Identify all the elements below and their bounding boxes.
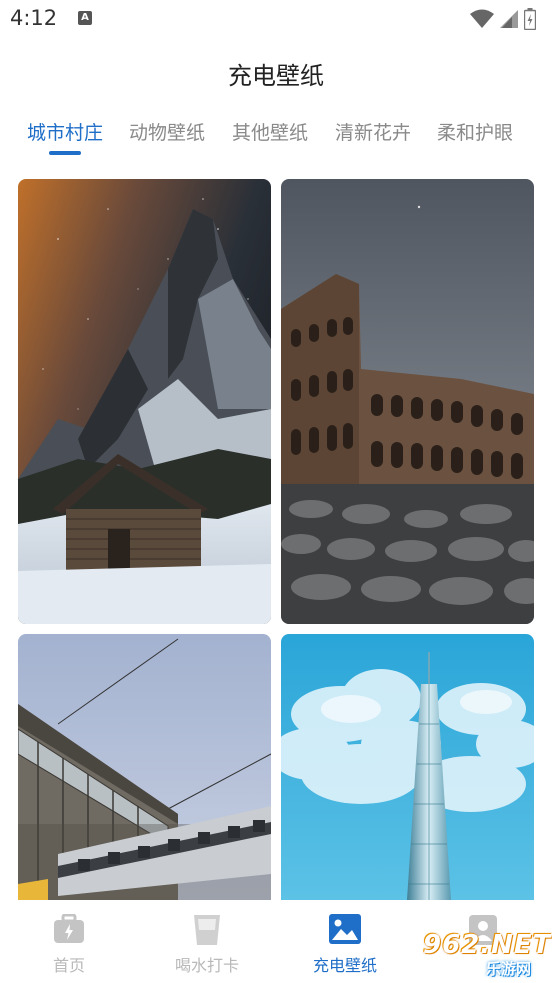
- status-icons: [470, 8, 536, 30]
- category-tabs: 城市村庄 动物壁纸 其他壁纸 清新花卉 柔和护眼: [0, 118, 552, 160]
- nav-wallpaper[interactable]: 充电壁纸: [276, 900, 414, 983]
- tab-active-indicator: [49, 151, 81, 155]
- nav-water[interactable]: 喝水打卡: [138, 900, 276, 983]
- status-bar: 4:12 A: [0, 0, 552, 38]
- tab-flowers[interactable]: 清新花卉: [335, 118, 411, 145]
- wallpaper-colosseum[interactable]: [281, 179, 534, 624]
- watermark-main: 962.NET: [423, 930, 552, 960]
- image-icon: [329, 914, 361, 944]
- status-time: 4:12: [10, 6, 58, 30]
- wallpaper-train-building[interactable]: [18, 634, 271, 900]
- wifi-icon: [470, 9, 494, 28]
- battery-icon: [524, 8, 536, 30]
- train-building-image: [18, 634, 271, 900]
- mountain-cabin-image: [18, 179, 271, 624]
- nav-home-label: 首页: [52, 956, 85, 975]
- tab-city-village[interactable]: 城市村庄: [27, 118, 103, 145]
- water-cup-icon: [194, 915, 220, 945]
- notification-icon: A: [78, 11, 92, 25]
- wallpaper-spire[interactable]: [281, 634, 534, 900]
- watermark-sub: 乐游网: [486, 960, 532, 978]
- signal-icon: [500, 10, 518, 28]
- tab-other[interactable]: 其他壁纸: [232, 118, 308, 145]
- spire-image: [281, 634, 534, 900]
- home-bag-icon: [54, 914, 84, 943]
- wallpaper-mountain-cabin[interactable]: [18, 179, 271, 624]
- page-title: 充电壁纸: [228, 62, 324, 90]
- nav-water-label: 喝水打卡: [174, 956, 239, 975]
- colosseum-image: [281, 179, 534, 624]
- site-watermark: 962.NET 乐游网: [414, 928, 550, 978]
- tab-animals[interactable]: 动物壁纸: [129, 118, 205, 145]
- nav-home[interactable]: 首页: [0, 900, 138, 983]
- nav-wallpaper-label: 充电壁纸: [312, 956, 377, 975]
- tab-eye-care[interactable]: 柔和护眼: [437, 118, 513, 145]
